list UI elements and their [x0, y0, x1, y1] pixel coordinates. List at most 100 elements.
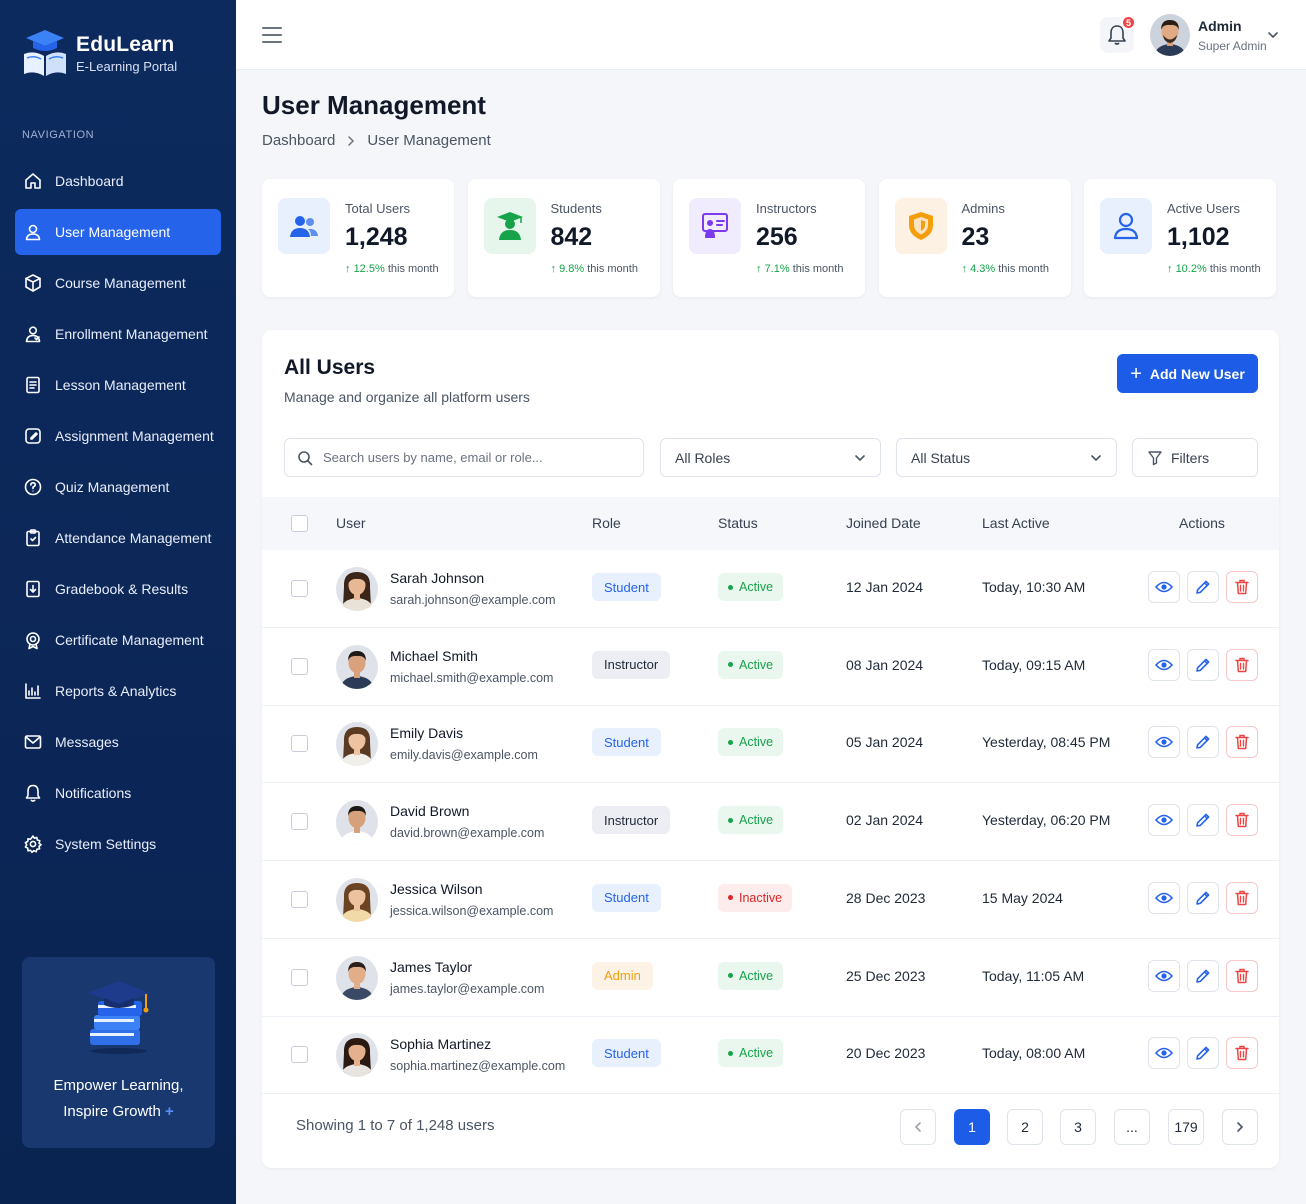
edit-button[interactable] — [1187, 726, 1219, 759]
role-badge: Student — [592, 1039, 661, 1068]
view-button[interactable] — [1148, 648, 1180, 681]
role-filter-select[interactable]: All Roles — [660, 438, 881, 477]
edit-button[interactable] — [1187, 1037, 1219, 1070]
user-name[interactable]: Michael Smith — [390, 648, 478, 664]
search-box[interactable] — [284, 438, 644, 477]
sidebar-item-course-management[interactable]: Course Management — [15, 260, 221, 306]
table-row: Sarah Johnson sarah.johnson@example.com … — [262, 550, 1279, 628]
sidebar-item-label: Enrollment Management — [55, 326, 208, 342]
sidebar-item-lesson-management[interactable]: Lesson Management — [15, 362, 221, 408]
breadcrumb-dashboard[interactable]: Dashboard — [262, 132, 335, 149]
column-joined-date[interactable]: Joined Date — [846, 515, 921, 531]
sidebar-item-gradebook-and-results[interactable]: Gradebook & Results — [15, 566, 221, 612]
hamburger-menu-icon[interactable] — [262, 26, 282, 44]
sidebar-item-assignment-management[interactable]: Assignment Management — [15, 413, 221, 459]
previous-page-button[interactable] — [900, 1109, 936, 1145]
delete-button[interactable] — [1226, 726, 1258, 759]
sidebar-item-label: Certificate Management — [55, 632, 204, 648]
add-user-button[interactable]: + Add New User — [1117, 354, 1258, 393]
sidebar-item-system-settings[interactable]: System Settings — [15, 821, 221, 867]
sidebar-item-user-management[interactable]: User Management — [15, 209, 221, 255]
plus-icon: + — [164, 1103, 174, 1120]
row-checkbox[interactable] — [291, 580, 308, 597]
avatar — [336, 567, 378, 611]
user-name[interactable]: James Taylor — [390, 959, 472, 975]
user-name[interactable]: Sarah Johnson — [390, 570, 484, 586]
view-button[interactable] — [1148, 804, 1180, 837]
page-button-2[interactable]: 2 — [1007, 1109, 1043, 1145]
view-button[interactable] — [1148, 726, 1180, 759]
page-button-1[interactable]: 1 — [954, 1109, 990, 1145]
user-name[interactable]: Jessica Wilson — [390, 881, 483, 897]
row-checkbox[interactable] — [291, 735, 308, 753]
pencil-icon — [1196, 891, 1210, 905]
chevron-left-icon — [914, 1122, 921, 1132]
delete-button[interactable] — [1226, 959, 1258, 992]
sidebar-item-label: Course Management — [55, 275, 186, 291]
delete-button[interactable] — [1226, 881, 1258, 914]
page-button-3[interactable]: 3 — [1060, 1109, 1096, 1145]
stat-card-students[interactable]: Students 842 ↑ 9.8% this month — [467, 179, 660, 297]
delete-button[interactable] — [1226, 648, 1258, 681]
sidebar-item-messages[interactable]: Messages — [15, 719, 221, 765]
pencil-icon — [1196, 580, 1210, 594]
edit-button[interactable] — [1187, 959, 1219, 992]
sidebar-item-enrollment-management[interactable]: Enrollment Management — [15, 311, 221, 357]
page-button-179[interactable]: 179 — [1168, 1109, 1204, 1145]
row-checkbox[interactable] — [291, 890, 308, 908]
delete-button[interactable] — [1226, 804, 1258, 837]
sidebar-item-dashboard[interactable]: Dashboard — [15, 158, 221, 204]
notifications-button[interactable]: 5 — [1100, 15, 1136, 53]
home-icon — [25, 173, 41, 189]
edit-button[interactable] — [1187, 881, 1219, 914]
column-role[interactable]: Role — [592, 515, 621, 531]
user-name[interactable]: Emily Davis — [390, 725, 463, 741]
status-filter-select[interactable]: All Status — [896, 438, 1117, 477]
sidebar-item-quiz-management[interactable]: Quiz Management — [15, 464, 221, 510]
edit-button[interactable] — [1187, 571, 1219, 603]
column-user[interactable]: User — [336, 515, 366, 531]
row-checkbox[interactable] — [291, 813, 308, 831]
admin-avatar[interactable] — [1150, 14, 1190, 56]
stat-trend-value: 4.3% — [970, 263, 996, 275]
brand[interactable]: EduLearn E-Learning Portal — [22, 28, 177, 78]
trash-icon — [1235, 890, 1249, 906]
user-name[interactable]: David Brown — [390, 803, 469, 819]
pencil-icon — [1196, 735, 1210, 750]
edit-button[interactable] — [1187, 648, 1219, 681]
trash-icon — [1235, 812, 1249, 828]
view-button[interactable] — [1148, 959, 1180, 992]
user-name[interactable]: Admin — [1198, 18, 1242, 34]
stat-label: Active Users — [1167, 201, 1240, 216]
gradebook-icon — [26, 580, 40, 598]
stat-icon-box — [894, 198, 947, 254]
delete-button[interactable] — [1226, 1037, 1258, 1070]
sidebar-item-attendance-management[interactable]: Attendance Management — [15, 515, 221, 561]
sidebar-item-notifications[interactable]: Notifications — [15, 770, 221, 816]
stat-card-admins[interactable]: Admins 23 ↑ 4.3% this month — [878, 179, 1071, 297]
stat-card-instructors[interactable]: Instructors 256 ↑ 7.1% this month — [673, 179, 865, 297]
row-checkbox[interactable] — [291, 1046, 308, 1064]
column-last-active[interactable]: Last Active — [982, 515, 1050, 531]
search-input[interactable] — [323, 450, 623, 465]
edit-button[interactable] — [1187, 804, 1219, 837]
delete-button[interactable] — [1226, 571, 1258, 603]
stat-card-active-users[interactable]: Active Users 1,102 ↑ 10.2% this month — [1084, 179, 1276, 297]
filters-button[interactable]: Filters — [1132, 438, 1258, 477]
select-all-checkbox[interactable] — [291, 515, 308, 532]
row-checkbox[interactable] — [291, 657, 308, 675]
user-email: sarah.johnson@example.com — [390, 593, 556, 607]
stat-card-total-users[interactable]: Total Users 1,248 ↑ 12.5% this month — [262, 179, 454, 297]
sidebar-item-certificate-management[interactable]: Certificate Management — [15, 617, 221, 663]
next-page-button[interactable] — [1222, 1109, 1258, 1145]
column-status[interactable]: Status — [718, 515, 758, 531]
user-name[interactable]: Sophia Martinez — [390, 1036, 491, 1052]
sidebar-item-reports-and-analytics[interactable]: Reports & Analytics — [15, 668, 221, 714]
users-icon — [290, 216, 318, 237]
view-button[interactable] — [1148, 1037, 1180, 1070]
graduate-icon — [496, 212, 523, 240]
view-button[interactable] — [1148, 571, 1180, 603]
row-checkbox[interactable] — [291, 968, 308, 986]
view-button[interactable] — [1148, 881, 1180, 914]
chevron-down-icon[interactable] — [1267, 30, 1279, 40]
